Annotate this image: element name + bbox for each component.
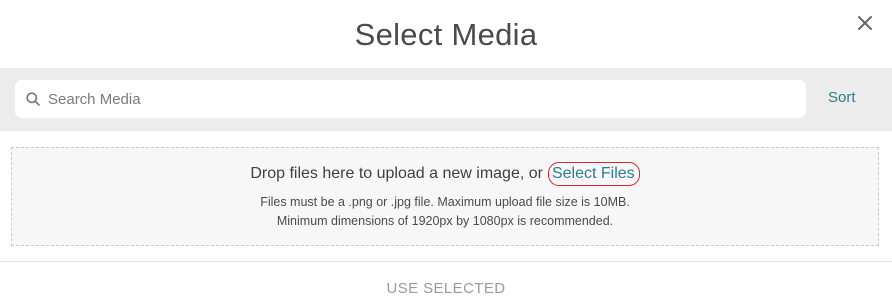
modal-footer: USE SELECTED — [0, 261, 892, 304]
search-icon — [26, 92, 40, 106]
select-files-link[interactable]: Select Files — [547, 162, 640, 186]
upload-dropzone[interactable]: Drop files here to upload a new image, o… — [11, 147, 879, 246]
modal-title: Select Media — [354, 17, 538, 52]
use-selected-button[interactable]: USE SELECTED — [387, 280, 506, 297]
sort-button[interactable]: Sort — [828, 89, 856, 106]
dropzone-prompt-line: Drop files here to upload a new image, o… — [12, 162, 878, 186]
search-box — [15, 80, 806, 118]
dropzone-prompt: Drop files here to upload a new image, o… — [250, 165, 543, 182]
close-button[interactable] — [854, 12, 876, 34]
media-toolbar: Sort — [0, 68, 892, 131]
dimension-hint: Minimum dimensions of 1920px by 1080px i… — [276, 214, 614, 228]
select-media-modal: Select Media Sort Drop files here to upl… — [0, 0, 892, 304]
file-type-hint: Files must be a .png or .jpg file. Maxim… — [260, 195, 630, 209]
close-icon — [858, 16, 872, 30]
search-input[interactable] — [48, 80, 798, 118]
modal-header: Select Media — [0, 0, 892, 68]
